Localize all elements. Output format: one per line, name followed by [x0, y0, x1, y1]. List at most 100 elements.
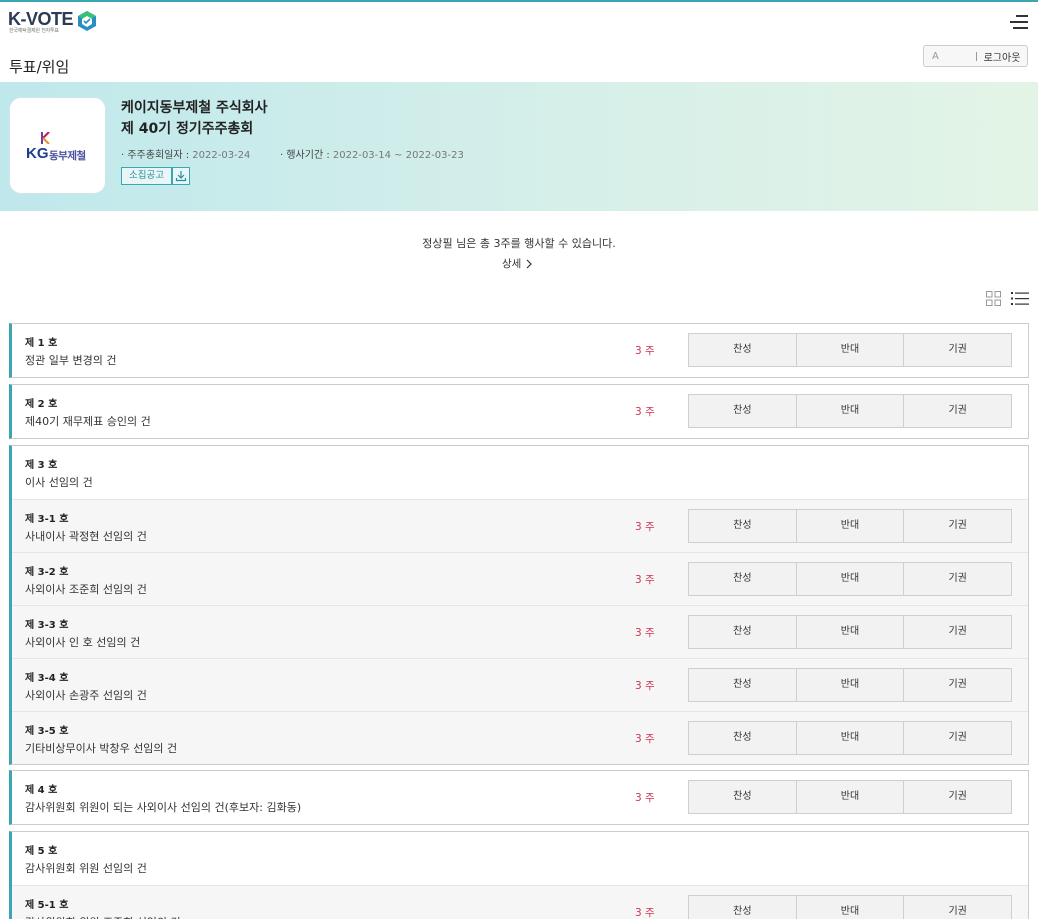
agenda-number: 제 3-5 호	[25, 726, 69, 737]
meeting-date-label: · 주주총회일자 :	[121, 150, 193, 161]
agenda-number: 제 3-1 호	[25, 514, 69, 525]
header: K-VOTE 한국예탁결제원 전자투표 투표/위임 A 로그아웃	[0, 2, 1038, 82]
page-title: 투표/위임	[9, 58, 70, 76]
vote-for-button[interactable]: 찬성	[689, 334, 796, 366]
hamburger-menu-icon[interactable]	[1010, 15, 1028, 29]
shares-count: 3 주	[635, 680, 655, 692]
agenda-title: 사외이사 조준희 선임의 건	[25, 583, 147, 596]
agenda-item: 제 1 호 정관 일부 변경의 건 3 주 찬성 반대 기권	[12, 324, 1028, 377]
vote-abstain-button[interactable]: 기권	[903, 722, 1011, 754]
agenda-title: 감사위원회 위원이 되는 사외이사 선임의 건(후보자: 김화동)	[25, 801, 302, 814]
grid-view-icon[interactable]	[986, 291, 1001, 306]
agenda-title: 사외이사 인 호 선임의 건	[25, 636, 141, 649]
chevron-right-icon	[526, 259, 533, 268]
vote-options: 찬성 반대 기권	[688, 721, 1012, 755]
vote-abstain-button[interactable]: 기권	[903, 616, 1011, 648]
kg-mark-icon	[41, 132, 50, 144]
agenda-title: 감사위원회 위원 조준희 선임의 건	[25, 914, 181, 919]
shares-count: 3 주	[635, 627, 655, 639]
agenda-number: 제 1 호	[25, 338, 58, 349]
detail-link[interactable]: 상세	[502, 256, 534, 271]
vote-abstain-button[interactable]: 기권	[903, 896, 1011, 919]
agenda-card: 제 5 호감사위원회 위원 선임의 건제 5-1 호감사위원회 위원 조준희 선…	[9, 831, 1029, 919]
vote-against-button[interactable]: 반대	[795, 896, 904, 919]
agenda-number: 제 3-2 호	[25, 567, 69, 578]
agenda-title: 이사 선임의 건	[25, 476, 93, 489]
shares-count: 3 주	[635, 521, 655, 533]
agenda-item: 제 4 호 감사위원회 위원이 되는 사외이사 선임의 건(후보자: 김화동) 3 …	[12, 771, 1028, 824]
notice-button[interactable]: 소집공고	[121, 167, 172, 185]
vote-options: 찬성 반대 기권	[688, 562, 1012, 596]
agenda-sub-item: 제 3-3 호사외이사 인 호 선임의 건 3 주 찬성 반대 기권	[12, 605, 1028, 658]
vote-options: 찬성 반대 기권	[688, 394, 1012, 428]
agenda-card: 제 2 호 제40기 재무제표 승인의 건 3 주 찬성 반대 기권	[9, 384, 1029, 439]
agenda-card: 제 4 호 감사위원회 위원이 되는 사외이사 선임의 건(후보자: 김화동) 3 …	[9, 770, 1029, 825]
vote-for-button[interactable]: 찬성	[689, 722, 796, 754]
vote-abstain-button[interactable]: 기권	[903, 510, 1011, 542]
shares-count: 3 주	[635, 406, 655, 418]
vote-against-button[interactable]: 반대	[795, 669, 904, 701]
logo-subtitle: 한국예탁결제원 전자투표	[9, 28, 59, 34]
shares-count: 3 주	[635, 345, 655, 357]
vote-abstain-button[interactable]: 기권	[903, 563, 1011, 595]
agenda-item: 제 3 호 이사 선임의 건	[12, 446, 1028, 499]
agenda-title: 기타비상무이사 박창우 선임의 건	[25, 742, 178, 755]
list-view-icon[interactable]	[1011, 291, 1029, 306]
meeting-banner: KG 동부제철 케이지동부제철 주식회사 제 40기 정기주주총회 · 주주총회…	[0, 82, 1038, 211]
meeting-title: 제 40기 정기주주총회	[121, 121, 254, 137]
vote-abstain-button[interactable]: 기권	[903, 395, 1011, 427]
vote-for-button[interactable]: 찬성	[689, 896, 796, 919]
agenda-title: 사내이사 곽정현 선임의 건	[25, 530, 147, 543]
agenda-item: 제 2 호 제40기 재무제표 승인의 건 3 주 찬성 반대 기권	[12, 385, 1028, 438]
vote-for-button[interactable]: 찬성	[689, 510, 796, 542]
vote-against-button[interactable]: 반대	[795, 510, 904, 542]
vote-for-button[interactable]: 찬성	[689, 669, 796, 701]
vote-options: 찬성 반대 기권	[688, 895, 1012, 919]
vote-for-button[interactable]: 찬성	[689, 781, 796, 813]
agenda-card: 제 1 호 정관 일부 변경의 건 3 주 찬성 반대 기권	[9, 323, 1029, 378]
vote-against-button[interactable]: 반대	[795, 781, 904, 813]
agenda-number: 제 5 호	[25, 846, 58, 857]
vote-options: 찬성 반대 기권	[688, 780, 1012, 814]
vote-against-button[interactable]: 반대	[795, 616, 904, 648]
vote-against-button[interactable]: 반대	[795, 334, 904, 366]
agenda-title: 감사위원회 위원 선임의 건	[25, 862, 147, 875]
shares-count: 3 주	[635, 792, 655, 804]
agenda-number: 제 3-4 호	[25, 673, 69, 684]
vote-against-button[interactable]: 반대	[795, 563, 904, 595]
shares-count: 3 주	[635, 574, 655, 586]
k-vote-logo[interactable]: K-VOTE 한국예탁결제원 전자투표	[8, 9, 98, 34]
voting-period-label: · 행사기간 :	[280, 150, 333, 161]
agenda-sub-item: 제 3-2 호사외이사 조준희 선임의 건 3 주 찬성 반대 기권	[12, 552, 1028, 605]
vote-for-button[interactable]: 찬성	[689, 395, 796, 427]
company-name: 케이지동부제철 주식회사	[121, 100, 268, 116]
logout-button[interactable]: 로그아웃	[977, 49, 1027, 64]
logo-company-text: 동부제철	[49, 150, 86, 162]
meeting-date: · 주주총회일자 : 2022-03-24	[121, 146, 250, 161]
agenda-title: 제40기 재무제표 승인의 건	[25, 415, 151, 428]
agenda-sub-item: 제 3-5 호 기타비상무이사 박창우 선임의 건 3 주 찬성 반대 기권	[12, 711, 1028, 764]
agenda-card: 제 3 호 이사 선임의 건제 3-1 호 사내이사 곽정현 선임의 건3 주 찬성 반…	[9, 445, 1029, 765]
agenda-item: 제 5 호감사위원회 위원 선임의 건	[12, 832, 1028, 885]
user-name: A	[932, 50, 939, 62]
vote-options: 찬성 반대 기권	[688, 615, 1012, 649]
vote-options: 찬성 반대 기권	[688, 333, 1012, 367]
download-icon[interactable]	[172, 167, 190, 185]
voting-period-value: 2022-03-14 ~ 2022-03-23	[332, 150, 464, 161]
vote-for-button[interactable]: 찬성	[689, 563, 796, 595]
agenda-sub-item: 제 3-4 호 사외이사 손광주 선임의 건 3 주 찬성 반대 기권	[12, 658, 1028, 711]
meeting-date-value: 2022-03-24	[192, 150, 251, 161]
vote-abstain-button[interactable]: 기권	[903, 669, 1011, 701]
vote-abstain-button[interactable]: 기권	[903, 781, 1011, 813]
voting-period: · 행사기간 : 2022-03-14 ~ 2022-03-23	[280, 146, 464, 161]
logo-text: K-VOTE	[8, 9, 74, 29]
vote-against-button[interactable]: 반대	[795, 722, 904, 754]
vote-against-button[interactable]: 반대	[795, 395, 904, 427]
agenda-number: 제 3-3 호	[25, 620, 69, 631]
shares-message: 정상필 님은 총 3주를 행사할 수 있습니다.	[422, 237, 616, 250]
shares-count: 3 주	[635, 907, 655, 919]
vote-abstain-button[interactable]: 기권	[903, 334, 1011, 366]
agenda-sub-item: 제 3-1 호사내이사 곽정현 선임의 건 3 주 찬성 반대 기권	[12, 499, 1028, 552]
vote-for-button[interactable]: 찬성	[689, 616, 796, 648]
vote-options: 찬성 반대 기권	[688, 668, 1012, 702]
